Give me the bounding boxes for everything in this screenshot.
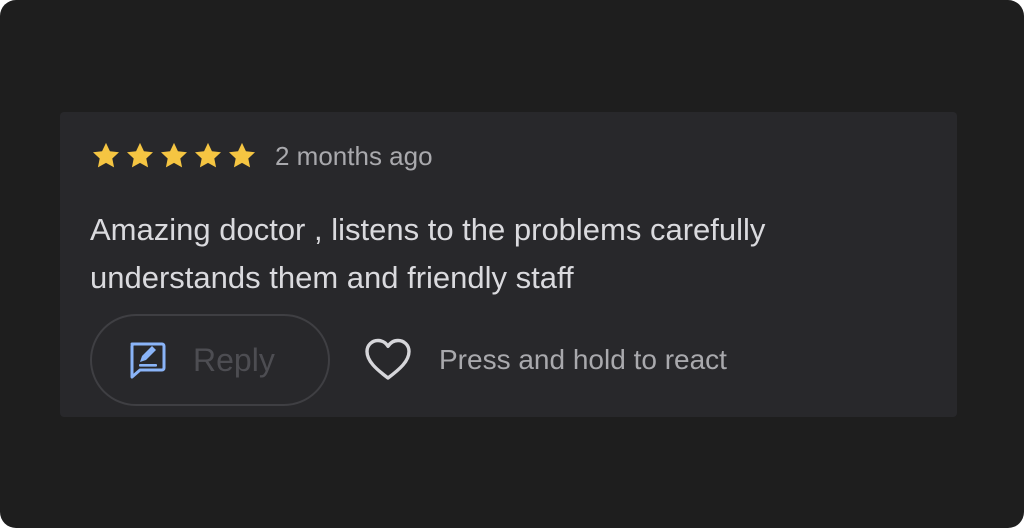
star-icon xyxy=(90,140,122,172)
reply-edit-icon xyxy=(125,338,169,382)
review-time: 2 months ago xyxy=(275,141,433,171)
review-text: Amazing doctor , listens to the problems… xyxy=(90,212,766,295)
reply-label: Reply xyxy=(193,342,275,378)
heart-outline-icon xyxy=(362,334,414,386)
review-actions: Reply Press and hold to react xyxy=(90,312,727,408)
review-card: 2 months ago Amazing doctor , listens to… xyxy=(60,112,957,417)
star-icon xyxy=(124,140,156,172)
star-icon xyxy=(226,140,258,172)
star-rating xyxy=(90,140,258,172)
react-hint: Press and hold to react xyxy=(439,344,727,375)
screen: 2 months ago Amazing doctor , listens to… xyxy=(0,0,1024,528)
star-icon xyxy=(192,140,224,172)
star-icon xyxy=(158,140,190,172)
reply-button[interactable]: Reply xyxy=(90,314,330,406)
rating-row: 2 months ago xyxy=(90,140,433,172)
react-button[interactable]: Press and hold to react xyxy=(362,334,727,386)
